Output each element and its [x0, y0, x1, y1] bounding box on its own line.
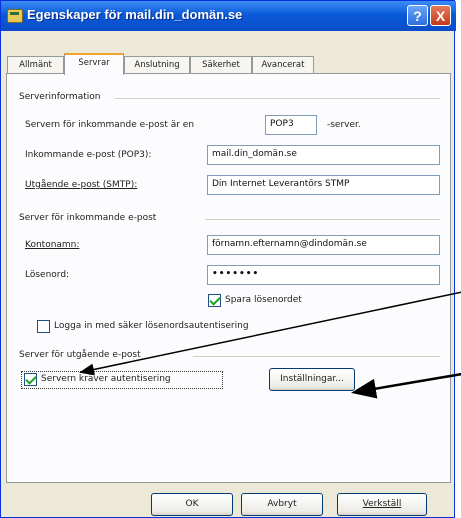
outgoing-server-field[interactable]: Din Internet Leverantörs STMP — [207, 175, 440, 195]
account-name-field[interactable]: förnamn.efternamn@dindomän.se — [207, 235, 440, 255]
ok-button[interactable]: OK — [151, 493, 233, 516]
window-title: Egenskaper för mail.din_domän.se — [27, 7, 243, 22]
properties-dialog: Egenskaper för mail.din_domän.se ? X All… — [0, 0, 456, 518]
tab-avancerat[interactable]: Avancerat — [252, 56, 314, 73]
remember-password-checkbox[interactable] — [208, 294, 221, 307]
requires-auth-label: Servern kräver autentisering — [41, 374, 171, 384]
password-label: Lösenord: — [25, 270, 70, 280]
incoming-type-field: POP3 — [265, 115, 317, 135]
tab-allmant[interactable]: Allmänt — [7, 56, 64, 73]
title-bar[interactable]: Egenskaper för mail.din_domän.se ? X — [1, 1, 456, 31]
servrar-panel: Serverinformation Servern för inkommande… — [6, 73, 451, 483]
incoming-server-label: Inkommande e-post (POP3): — [25, 150, 152, 160]
password-field[interactable]: ••••••• — [207, 265, 440, 285]
close-button[interactable]: X — [430, 5, 451, 26]
incoming-server-field[interactable]: mail.din_domän.se — [207, 145, 440, 165]
help-button[interactable]: ? — [407, 5, 428, 26]
account-name-label: Kontonamn: — [25, 240, 80, 250]
tab-servrar[interactable]: Servrar — [64, 53, 124, 75]
tab-sakerhet[interactable]: Säkerhet — [190, 56, 252, 73]
apply-button[interactable]: Verkställ — [337, 493, 427, 516]
group-divider — [115, 98, 440, 99]
spa-checkbox[interactable] — [37, 320, 50, 333]
cancel-button[interactable]: Avbryt — [241, 493, 323, 516]
incoming-type-suffix: -server. — [327, 120, 361, 130]
group-divider — [193, 356, 440, 357]
remember-password-label: Spara lösenordet — [225, 295, 302, 305]
requires-auth-checkbox[interactable] — [24, 373, 37, 386]
tab-anslutning[interactable]: Anslutning — [124, 56, 190, 73]
spa-label: Logga in med säker lösenordsautentiserin… — [54, 321, 249, 331]
group-divider — [205, 219, 440, 220]
account-icon — [7, 9, 23, 23]
outgoing-server-label: Utgående e-post (SMTP): — [25, 180, 138, 190]
settings-button[interactable]: Inställningar... — [269, 368, 355, 391]
server-info-group-label: Serverinformation — [19, 92, 101, 102]
outgoing-group-label: Server för utgående e-post — [19, 350, 141, 360]
incoming-group-label: Server för inkommande e-post — [19, 213, 157, 223]
incoming-type-label: Servern för inkommande e-post är en — [25, 120, 195, 130]
